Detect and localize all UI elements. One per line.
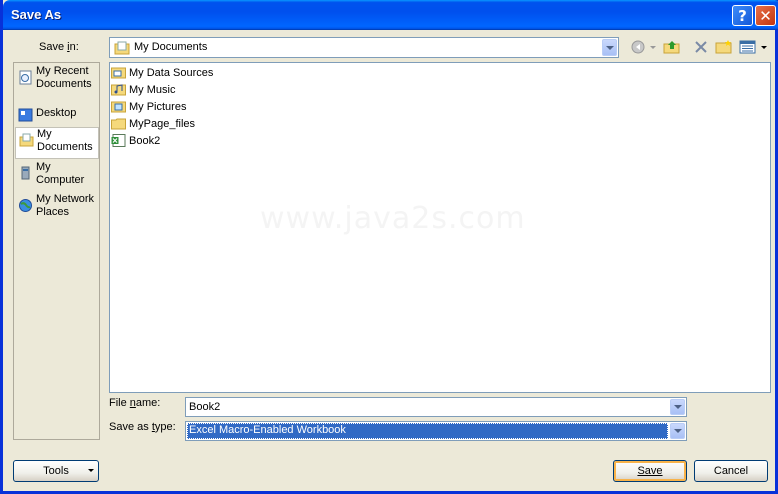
desktop-icon [18, 108, 33, 122]
save-as-dialog: Save As ? ✕ Save in: My Documents My Rec… [0, 0, 778, 494]
tools-button[interactable]: Tools [13, 460, 99, 482]
chevron-down-icon[interactable] [602, 39, 617, 56]
place-my-recent-documents[interactable]: My Recent Documents [15, 65, 99, 97]
window-title: Save As [11, 7, 62, 22]
new-folder-icon[interactable] [715, 39, 733, 55]
list-item[interactable]: My Data Sources [111, 65, 213, 81]
cancel-button[interactable]: Cancel [694, 460, 768, 482]
list-item[interactable]: Book2 [111, 133, 160, 149]
help-button[interactable]: ? [732, 5, 753, 26]
views-icon[interactable] [739, 39, 757, 55]
list-item[interactable]: My Music [111, 82, 175, 98]
data-sources-folder-icon [111, 67, 126, 79]
pictures-folder-icon [111, 101, 126, 113]
up-one-level-icon[interactable] [663, 39, 681, 55]
chevron-down-icon[interactable] [670, 399, 685, 415]
place-my-network-places[interactable]: My Network Places [15, 193, 99, 225]
place-my-computer[interactable]: My Computer [15, 161, 99, 193]
close-button[interactable]: ✕ [755, 5, 776, 26]
help-icon: ? [738, 6, 747, 25]
file-name-value: Book2 [189, 401, 221, 413]
save-as-type-dropdown[interactable]: Excel Macro-Enabled Workbook [185, 421, 687, 441]
place-my-documents[interactable]: My Documents [15, 127, 99, 159]
save-in-label: Save in: [39, 41, 79, 53]
music-folder-icon [111, 84, 126, 96]
folder-icon [111, 118, 126, 130]
file-name-label: File name: [109, 397, 161, 409]
my-documents-icon [114, 41, 130, 55]
places-bar: My Recent Documents Desktop My Documents… [13, 62, 100, 440]
file-name-input[interactable]: Book2 [185, 397, 687, 417]
excel-workbook-icon [111, 134, 126, 147]
list-item[interactable]: My Pictures [111, 99, 186, 115]
title-bar[interactable]: Save As ? ✕ [3, 0, 778, 30]
save-in-value: My Documents [134, 41, 208, 53]
save-as-type-label: Save as type: [109, 421, 176, 433]
watermark: www.java2s.com [260, 201, 526, 236]
save-in-dropdown[interactable]: My Documents [109, 37, 619, 58]
delete-icon[interactable] [692, 39, 710, 55]
views-dropdown-icon[interactable] [759, 39, 769, 55]
save-button[interactable]: Save [613, 460, 687, 482]
tools-dropdown-icon [88, 469, 94, 472]
save-as-type-value: Excel Macro-Enabled Workbook [189, 424, 346, 436]
chevron-down-icon[interactable] [670, 423, 685, 439]
file-list[interactable]: www.java2s.com My Data Sources My Music … [109, 62, 771, 393]
my-documents-icon [19, 133, 34, 147]
list-item[interactable]: MyPage_files [111, 116, 195, 132]
network-places-icon [19, 199, 32, 212]
back-dropdown-icon[interactable] [648, 39, 658, 55]
my-computer-icon [21, 166, 30, 180]
back-icon[interactable] [629, 39, 647, 55]
close-icon: ✕ [759, 6, 772, 25]
recent-documents-icon [19, 70, 32, 85]
